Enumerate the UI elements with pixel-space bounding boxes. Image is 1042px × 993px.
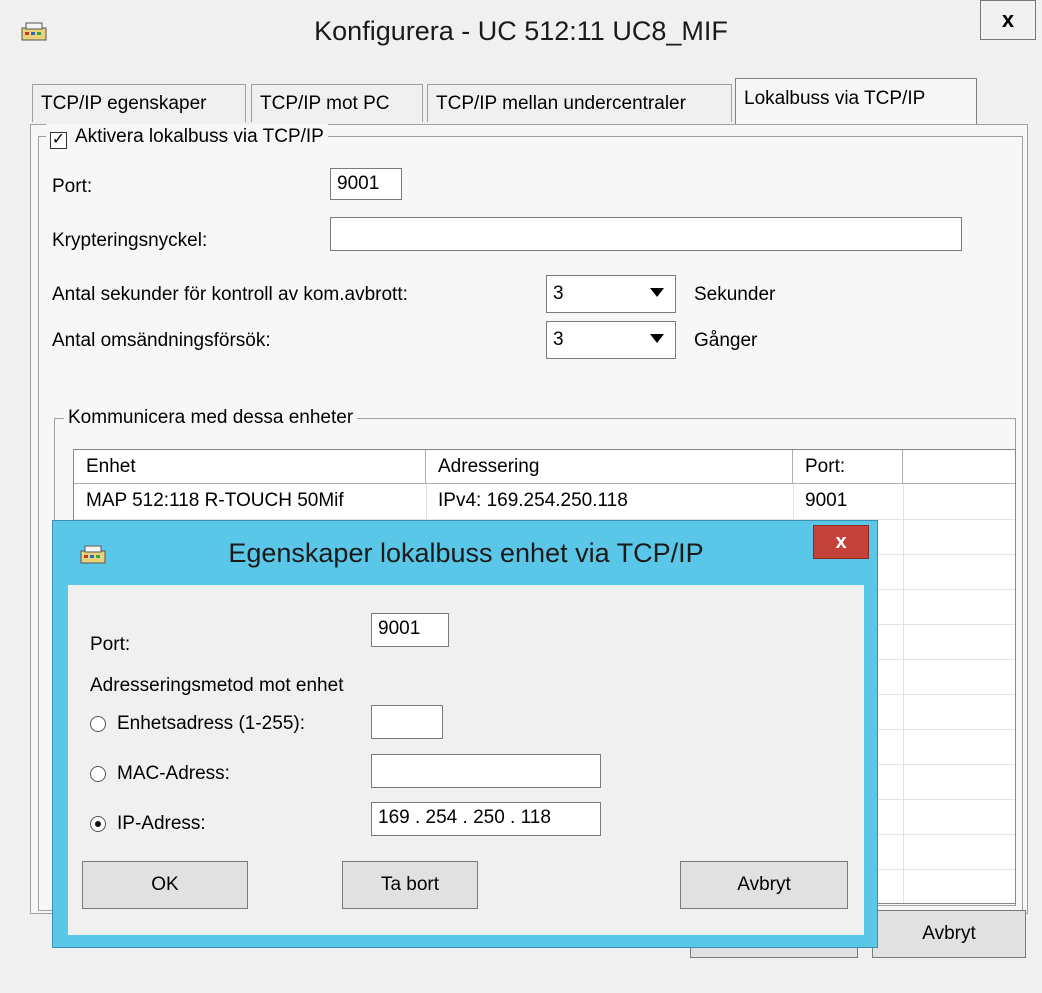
column-header-empty (903, 450, 1015, 484)
retries-value: 3 (553, 329, 564, 350)
encryption-key-input[interactable] (330, 217, 962, 251)
radio-button[interactable] (90, 766, 106, 782)
dialog-port-input[interactable]: 9001 (371, 613, 449, 647)
dialog-remove-button[interactable]: Ta bort (342, 861, 478, 909)
ip-address-input[interactable]: 169 . 254 . 250 . 118 (371, 802, 601, 836)
retries-dropdown-button[interactable] (640, 323, 674, 357)
timeout-select[interactable]: 3 (546, 275, 676, 313)
radio-unit-address[interactable]: Enhetsadress (1-255): (90, 709, 360, 739)
timeout-value: 3 (553, 283, 564, 304)
addressing-cell: IPv4: 169.254.250.118 (438, 490, 628, 511)
timeout-label: Antal sekunder för kontroll av kom.avbro… (52, 284, 408, 305)
column-header-addressing[interactable]: Adressering (426, 450, 793, 484)
dialog-cancel-button[interactable]: Avbryt (680, 861, 848, 909)
devices-groupbox-label: Kommunicera med dessa enheter (64, 404, 358, 432)
table-row[interactable]: MAP 512:118 R-TOUCH 50Mif IPv4: 169.254.… (74, 484, 1015, 518)
dialog-ok-button[interactable]: OK (82, 861, 248, 909)
addressing-method-label: Adresseringsmetod mot enhet (90, 675, 344, 696)
port-input[interactable]: 9001 (330, 168, 402, 200)
port-label: Port: (52, 176, 93, 197)
unit-address-input[interactable] (371, 705, 443, 739)
port-cell: 9001 (805, 490, 848, 511)
ip-address-label: IP-Adress: (117, 813, 206, 834)
retries-unit: Gånger (694, 330, 758, 351)
close-button[interactable]: x (980, 0, 1036, 40)
device-cell: MAP 512:118 R-TOUCH 50Mif (86, 490, 344, 511)
mac-address-input[interactable] (371, 754, 601, 788)
radio-mac-address[interactable]: MAC-Adress: (90, 759, 360, 789)
column-header-port[interactable]: Port: (793, 450, 903, 484)
timeout-unit: Sekunder (694, 284, 776, 305)
enable-label: Aktivera lokalbuss via TCP/IP (75, 126, 324, 147)
tab-localbus-tcpip[interactable]: Lokalbuss via TCP/IP (735, 78, 977, 124)
dialog-port-label: Port: (90, 634, 131, 655)
dialog-body: Port: 9001 Adresseringsmetod mot enhet E… (68, 585, 864, 935)
radio-dot (95, 821, 101, 827)
dialog-title: Egenskaper lokalbuss enhet via TCP/IP (228, 538, 704, 568)
tab-tcpip-between-substations[interactable]: TCP/IP mellan undercentraler (427, 84, 732, 122)
unit-address-label: Enhetsadress (1-255): (117, 713, 305, 734)
dialog-close-button[interactable]: x (813, 525, 869, 559)
radio-button-selected[interactable] (90, 816, 106, 832)
chevron-down-icon (650, 288, 664, 297)
device-properties-dialog: Egenskaper lokalbuss enhet via TCP/IP x … (52, 520, 878, 948)
radio-button[interactable] (90, 716, 106, 732)
encryption-key-label: Krypteringsnyckel: (52, 230, 208, 251)
column-header-device[interactable]: Enhet (74, 450, 426, 484)
enable-checkbox[interactable]: ✓ (50, 132, 67, 149)
retries-select[interactable]: 3 (546, 321, 676, 359)
enable-groupbox-header: ✓ Aktivera lokalbuss via TCP/IP (46, 124, 328, 150)
retries-label: Antal omsändningsförsök: (52, 330, 271, 351)
window-titlebar: Konfigurera - UC 512:11 UC8_MIF x (0, 0, 1042, 62)
window-title: Konfigurera - UC 512:11 UC8_MIF (314, 16, 728, 46)
mac-address-label: MAC-Adress: (117, 763, 230, 784)
timeout-dropdown-button[interactable] (640, 277, 674, 311)
cancel-button[interactable]: Avbryt (872, 910, 1026, 958)
tab-tcpip-properties[interactable]: TCP/IP egenskaper (32, 84, 246, 122)
radio-ip-address[interactable]: IP-Adress: (90, 809, 360, 839)
chevron-down-icon (650, 334, 664, 343)
tab-tcpip-to-pc[interactable]: TCP/IP mot PC (251, 84, 423, 122)
